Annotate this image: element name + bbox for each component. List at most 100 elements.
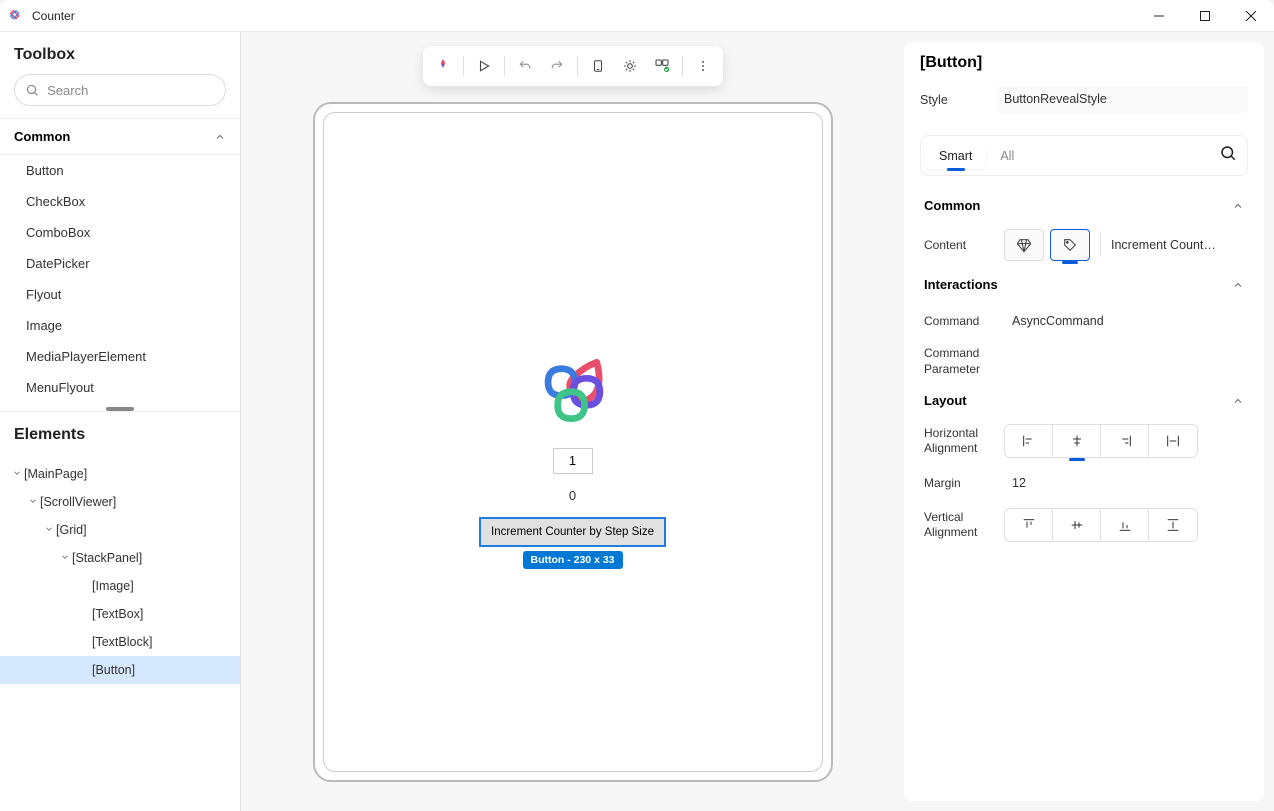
category-layout[interactable]: Layout — [920, 383, 1248, 418]
style-label: Style — [920, 93, 984, 107]
command-parameter-input[interactable] — [1004, 349, 1244, 375]
common-section-label: Common — [14, 129, 70, 144]
app-preview[interactable]: 0 Increment Counter by Step Size Button … — [323, 112, 823, 772]
chevron-up-icon — [214, 131, 226, 143]
chevron-up-icon — [1232, 200, 1244, 212]
command-input[interactable] — [1004, 308, 1244, 334]
margin-input[interactable] — [1004, 470, 1244, 496]
content-mode-object[interactable] — [1004, 229, 1044, 261]
close-button[interactable] — [1228, 0, 1274, 32]
tool-item[interactable]: MediaPlayerElement — [0, 341, 240, 372]
increment-button[interactable]: Increment Counter by Step Size — [479, 517, 666, 547]
tree-item-label: [MainPage] — [24, 467, 87, 481]
search-icon — [1219, 144, 1237, 162]
elements-tree: [MainPage] [ScrollViewer] [Grid] [StackP… — [0, 454, 240, 690]
search-icon — [25, 82, 39, 98]
tab-all[interactable]: All — [986, 143, 1028, 169]
margin-label: Margin — [924, 476, 994, 490]
tree-item-textbox[interactable]: [TextBox] — [0, 600, 240, 628]
theme-button[interactable] — [616, 52, 644, 80]
category-label: Interactions — [924, 277, 998, 292]
tree-item-label: [TextBlock] — [92, 635, 152, 649]
content-value-input[interactable]: Increment Counter by — [1111, 238, 1221, 252]
uno-logo-icon — [525, 338, 621, 434]
redo-button[interactable] — [543, 52, 571, 80]
tree-item-label: [TextBox] — [92, 607, 143, 621]
titlebar: Counter — [0, 0, 1274, 32]
valign-bottom[interactable] — [1101, 509, 1149, 541]
minimize-button[interactable] — [1136, 0, 1182, 32]
toolbox-search-input[interactable] — [47, 83, 215, 98]
designer-toolbar — [423, 46, 723, 86]
device-button[interactable] — [584, 52, 612, 80]
halign-left[interactable] — [1005, 425, 1053, 457]
play-button[interactable] — [470, 52, 498, 80]
selection-size-badge: Button - 230 x 33 — [522, 551, 622, 569]
tool-item[interactable]: MenuFlyout — [0, 372, 240, 403]
tool-item[interactable]: CheckBox — [0, 186, 240, 217]
connect-button[interactable] — [648, 52, 676, 80]
category-common[interactable]: Common — [920, 188, 1248, 223]
diamond-icon — [1016, 237, 1032, 253]
tree-item-label: [StackPanel] — [72, 551, 142, 565]
tree-item-mainpage[interactable]: [MainPage] — [0, 460, 240, 488]
step-size-input[interactable] — [553, 448, 593, 474]
app-icon — [8, 8, 24, 24]
properties-heading: [Button] — [920, 54, 1248, 72]
content-mode-text[interactable] — [1050, 229, 1090, 261]
tool-item[interactable]: Flyout — [0, 279, 240, 310]
category-interactions[interactable]: Interactions — [920, 267, 1248, 302]
command-label: Command — [924, 314, 994, 328]
tree-item-image[interactable]: [Image] — [0, 572, 240, 600]
category-label: Common — [924, 198, 980, 213]
device-frame: 0 Increment Counter by Step Size Button … — [313, 102, 833, 782]
tree-item-stackpanel[interactable]: [StackPanel] — [0, 544, 240, 572]
tree-item-label: [Button] — [92, 663, 135, 677]
valign-label: Vertical Alignment — [924, 510, 994, 541]
halign-center[interactable] — [1053, 425, 1101, 457]
halign-group — [1004, 424, 1198, 458]
command-parameter-label: Command Parameter — [924, 346, 994, 377]
tool-item[interactable]: DatePicker — [0, 248, 240, 279]
tree-item-label: [Grid] — [56, 523, 87, 537]
halign-label: Horizontal Alignment — [924, 426, 994, 457]
valign-top[interactable] — [1005, 509, 1053, 541]
tree-item-label: [Image] — [92, 579, 134, 593]
tree-item-button[interactable]: [Button] — [0, 656, 240, 684]
counter-value-text: 0 — [569, 488, 576, 503]
halign-right[interactable] — [1101, 425, 1149, 457]
tree-item-scrollviewer[interactable]: [ScrollViewer] — [0, 488, 240, 516]
valign-stretch[interactable] — [1149, 509, 1197, 541]
chevron-up-icon — [1232, 395, 1244, 407]
valign-center[interactable] — [1053, 509, 1101, 541]
halign-stretch[interactable] — [1149, 425, 1197, 457]
properties-search-button[interactable] — [1213, 140, 1243, 171]
chevron-down-icon — [44, 524, 54, 534]
category-label: Layout — [924, 393, 967, 408]
tool-item[interactable]: Image — [0, 310, 240, 341]
more-button[interactable] — [689, 52, 717, 80]
window-title: Counter — [32, 9, 75, 23]
valign-group — [1004, 508, 1198, 542]
left-panel: Toolbox Common Button CheckBox ComboBox … — [0, 32, 241, 811]
common-section-header[interactable]: Common — [0, 118, 240, 155]
chevron-down-icon — [28, 496, 38, 506]
toolbox-search[interactable] — [14, 74, 226, 106]
tree-item-textblock[interactable]: [TextBlock] — [0, 628, 240, 656]
style-input[interactable] — [996, 86, 1248, 113]
hot-reload-button[interactable] — [429, 52, 457, 80]
tree-item-grid[interactable]: [Grid] — [0, 516, 240, 544]
tag-icon — [1062, 237, 1078, 253]
tree-item-label: [ScrollViewer] — [40, 495, 116, 509]
tool-item[interactable]: Button — [0, 155, 240, 186]
tool-item[interactable]: ComboBox — [0, 217, 240, 248]
maximize-button[interactable] — [1182, 0, 1228, 32]
designer-canvas[interactable]: 0 Increment Counter by Step Size Button … — [241, 32, 904, 811]
properties-panel: [Button] Style Smart All Common Content — [904, 42, 1264, 801]
chevron-down-icon — [60, 552, 70, 562]
properties-tabbar: Smart All — [920, 135, 1248, 176]
undo-button[interactable] — [511, 52, 539, 80]
chevron-up-icon — [1232, 279, 1244, 291]
chevron-down-icon — [12, 468, 22, 478]
tab-smart[interactable]: Smart — [925, 143, 986, 169]
